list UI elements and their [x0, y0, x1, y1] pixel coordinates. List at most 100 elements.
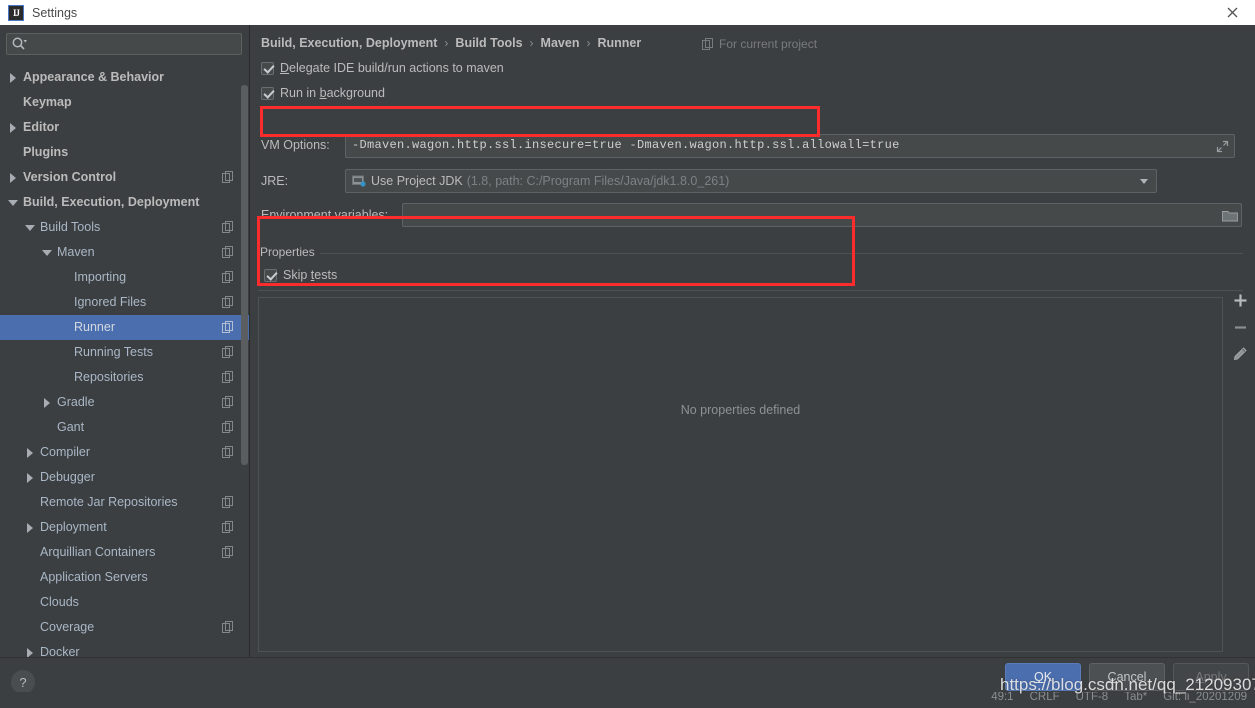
apply-button-label: Apply	[1195, 670, 1227, 684]
checkbox-delegate-ide-build-box[interactable]	[261, 61, 274, 75]
sidebar-item-label: Remote Jar Repositories	[40, 495, 178, 509]
status-line-separator[interactable]: CRLF	[1030, 692, 1060, 703]
sidebar-item-remote-jar-repositories[interactable]: Remote Jar Repositories	[0, 490, 250, 515]
copy-icon[interactable]	[222, 421, 234, 433]
copy-icon[interactable]	[222, 446, 234, 458]
chevron-right-icon[interactable]	[25, 522, 36, 533]
sidebar-scrollbar-thumb[interactable]	[241, 85, 248, 465]
search-box[interactable]	[6, 33, 242, 55]
copy-icon[interactable]	[222, 271, 234, 283]
sidebar-item-coverage[interactable]: Coverage	[0, 615, 250, 640]
sidebar-item-clouds[interactable]: Clouds	[0, 590, 250, 615]
sidebar-item-maven[interactable]: Maven	[0, 240, 250, 265]
sidebar-item-label: Compiler	[40, 445, 91, 459]
sidebar-item-keymap[interactable]: Keymap	[0, 90, 250, 115]
copy-icon[interactable]	[222, 346, 234, 358]
sidebar-item-application-servers[interactable]: Application Servers	[0, 565, 250, 590]
sidebar-item-label: Arquillian Containers	[40, 545, 156, 559]
copy-icon[interactable]	[222, 296, 234, 308]
chevron-right-icon[interactable]	[25, 472, 36, 483]
checkbox-skip-tests[interactable]: Skip tests	[264, 268, 337, 282]
breadcrumb-item-1[interactable]: Build Tools	[455, 36, 522, 50]
sidebar-item-label: Running Tests	[74, 345, 153, 359]
settings-main-pane: Build, Execution, Deployment › Build Too…	[250, 25, 1255, 657]
copy-icon[interactable]	[222, 246, 234, 258]
sidebar-scrollbar[interactable]	[241, 65, 248, 657]
chevron-right-icon[interactable]	[8, 72, 19, 83]
checkbox-skip-tests-box[interactable]	[264, 268, 277, 282]
properties-group-legend: Properties	[260, 245, 320, 259]
chevron-down-icon[interactable]	[42, 247, 53, 258]
sidebar-item-version-control[interactable]: Version Control	[0, 165, 250, 190]
checkbox-run-in-background[interactable]: Run in background	[261, 86, 385, 100]
chevron-right-icon[interactable]	[8, 122, 19, 133]
copy-icon[interactable]	[222, 371, 234, 383]
sidebar-item-repositories[interactable]: Repositories	[0, 365, 250, 390]
sidebar-item-debugger[interactable]: Debugger	[0, 465, 250, 490]
chevron-right-icon[interactable]	[42, 397, 53, 408]
sidebar-item-importing[interactable]: Importing	[0, 265, 250, 290]
sidebar-item-plugins[interactable]: Plugins	[0, 140, 250, 165]
checkbox-run-in-background-box[interactable]	[261, 86, 274, 100]
breadcrumb-item-3[interactable]: Runner	[597, 36, 641, 50]
edit-property-button[interactable]	[1228, 342, 1252, 366]
sidebar-item-editor[interactable]: Editor	[0, 115, 250, 140]
copy-icon[interactable]	[222, 171, 234, 183]
expand-icon[interactable]	[1216, 140, 1229, 153]
status-caret-position[interactable]: 49:1	[991, 692, 1013, 703]
sidebar-item-label: Appearance & Behavior	[23, 70, 165, 84]
vm-options-input[interactable]: -Dmaven.wagon.http.ssl.insecure=true -Dm…	[345, 134, 1235, 158]
copy-icon[interactable]	[222, 621, 234, 633]
chevron-right-icon[interactable]	[8, 172, 19, 183]
jre-path-detail: (1.8, path: C:/Program Files/Java/jdk1.8…	[466, 174, 730, 188]
sidebar-item-docker[interactable]: Docker	[0, 640, 250, 657]
copy-icon[interactable]	[222, 496, 234, 508]
breadcrumb-item-2[interactable]: Maven	[541, 36, 580, 50]
sidebar-item-label: Debugger	[40, 470, 95, 484]
sidebar-item-runner[interactable]: Runner	[0, 315, 250, 340]
chevron-right-icon[interactable]	[25, 447, 36, 458]
add-property-button[interactable]	[1228, 288, 1252, 312]
sidebar-item-running-tests[interactable]: Running Tests	[0, 340, 250, 365]
breadcrumb-item-0[interactable]: Build, Execution, Deployment	[261, 36, 437, 50]
remove-property-button[interactable]	[1228, 315, 1252, 339]
env-variables-input[interactable]	[402, 203, 1242, 227]
search-input[interactable]	[6, 33, 242, 55]
sidebar-item-gradle[interactable]: Gradle	[0, 390, 250, 415]
properties-group: Properties Skip tests	[258, 245, 1243, 296]
settings-tree[interactable]: Appearance & Behavior Keymap Editor Plugins…	[0, 65, 250, 657]
sidebar-item-gant[interactable]: Gant	[0, 415, 250, 440]
chevron-right-icon[interactable]	[25, 647, 36, 657]
copy-icon[interactable]	[222, 221, 234, 233]
sidebar-item-arquillian-containers[interactable]: Arquillian Containers	[0, 540, 250, 565]
sidebar-item-appearance-behavior[interactable]: Appearance & Behavior	[0, 65, 250, 90]
close-icon[interactable]	[1209, 0, 1255, 25]
sidebar-item-build-tools[interactable]: Build Tools	[0, 215, 250, 240]
status-encoding[interactable]: UTF-8	[1076, 692, 1109, 703]
sidebar-item-deployment[interactable]: Deployment	[0, 515, 250, 540]
sidebar-item-build-execution-deployment[interactable]: Build, Execution, Deployment	[0, 190, 250, 215]
copy-icon[interactable]	[222, 546, 234, 558]
properties-table[interactable]: No properties defined	[258, 297, 1223, 652]
copy-icon[interactable]	[222, 396, 234, 408]
folder-icon[interactable]	[1222, 208, 1238, 223]
chevron-down-icon[interactable]	[8, 197, 19, 208]
sidebar-item-compiler[interactable]: Compiler	[0, 440, 250, 465]
status-indent[interactable]: Tab*	[1124, 692, 1147, 703]
copy-icon[interactable]	[222, 521, 234, 533]
jre-dropdown[interactable]: Use Project JDK (1.8, path: C:/Program F…	[345, 169, 1157, 193]
sidebar-item-ignored-files[interactable]: Ignored Files	[0, 290, 250, 315]
checkbox-delegate-ide-build[interactable]: Delegate IDE build/run actions to maven	[261, 61, 504, 75]
cancel-button[interactable]: Cancel	[1089, 663, 1165, 691]
chevron-down-icon[interactable]	[1140, 179, 1148, 184]
ok-button[interactable]: OK	[1005, 663, 1081, 691]
status-git-branch[interactable]: Git: li_20201209	[1163, 692, 1247, 703]
chevron-down-icon[interactable]	[25, 222, 36, 233]
settings-sidebar: Appearance & Behavior Keymap Editor Plugins…	[0, 25, 250, 657]
help-button[interactable]: ?	[11, 670, 35, 694]
copy-icon[interactable]	[222, 321, 234, 333]
